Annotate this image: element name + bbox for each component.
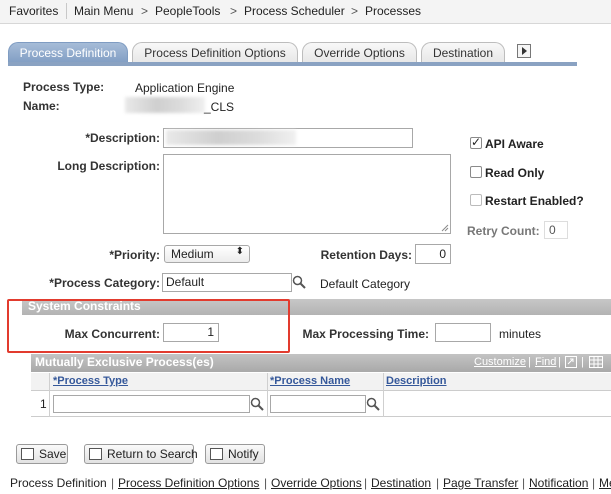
main-menu[interactable]: Main Menu xyxy=(74,4,133,18)
save-button[interactable]: Save xyxy=(16,444,68,464)
priority-select[interactable]: Medium ⬍ xyxy=(164,245,250,263)
retry-count-value: 0 xyxy=(544,221,568,239)
process-name-input[interactable] xyxy=(270,395,366,413)
tab-process-definition-options[interactable]: Process Definition Options xyxy=(132,42,298,64)
process-type-value: Application Engine xyxy=(135,81,235,95)
column-process-type[interactable]: *Process Type xyxy=(53,375,128,387)
footer-divider: | xyxy=(592,476,596,490)
chevron-right-icon: > xyxy=(230,4,238,18)
long-description-label: Long Description: xyxy=(57,159,160,173)
nav-divider xyxy=(66,3,67,19)
column-description[interactable]: Description xyxy=(386,375,447,387)
grid-title: Mutually Exclusive Process(es) xyxy=(35,355,214,369)
breadcrumb-process-scheduler[interactable]: Process Scheduler xyxy=(244,4,345,18)
breadcrumb-peopletools[interactable]: PeopleTools xyxy=(155,4,220,18)
grid-divider: | xyxy=(558,356,561,368)
max-processing-time-label: Max Processing Time: xyxy=(302,327,430,341)
tab-destination[interactable]: Destination xyxy=(421,42,505,64)
save-icon xyxy=(21,448,34,460)
process-category-label: *Process Category: xyxy=(49,276,160,290)
lookup-icon[interactable] xyxy=(292,275,306,289)
highlight-box xyxy=(7,299,290,353)
minutes-unit: minutes xyxy=(499,327,542,341)
notify-icon xyxy=(210,448,223,460)
api-aware-checkbox[interactable] xyxy=(470,135,482,149)
priority-value: Medium xyxy=(171,247,214,261)
footer-link-page-transfer[interactable]: Page Transfer xyxy=(443,476,518,490)
grid-divider xyxy=(49,373,50,417)
redacted-name xyxy=(125,97,205,113)
lookup-icon[interactable] xyxy=(366,397,380,411)
footer-link-destination[interactable]: Destination xyxy=(371,476,431,490)
grid-divider: | xyxy=(528,356,531,368)
tab-override-options[interactable]: Override Options xyxy=(302,42,417,64)
customize-link[interactable]: Customize xyxy=(474,354,526,371)
footer-link-override-options[interactable]: Override Options xyxy=(271,476,362,490)
page-footer-links: Process Definition | Process Definition … xyxy=(0,474,611,494)
priority-label: *Priority: xyxy=(109,248,160,262)
select-arrow-icon: ⬍ xyxy=(235,246,244,257)
process-category-input[interactable]: Default xyxy=(162,273,292,292)
download-grid-icon[interactable] xyxy=(589,356,603,368)
process-category-description: Default Category xyxy=(320,277,411,291)
read-only-checkbox[interactable] xyxy=(470,166,482,178)
name-suffix: _CLS xyxy=(204,100,235,114)
row-number: 1 xyxy=(40,397,47,411)
return-to-search-button[interactable]: Return to Search xyxy=(84,444,198,464)
footer-link-more[interactable]: Me xyxy=(599,476,611,490)
tab-process-definition[interactable]: Process Definition xyxy=(8,42,128,64)
notify-button-label: Notify xyxy=(228,447,259,461)
restart-enabled-label: Restart Enabled? xyxy=(485,194,584,208)
footer-link-notification[interactable]: Notification xyxy=(529,476,588,490)
tab-scroll-right-icon[interactable] xyxy=(517,44,531,58)
search-return-icon xyxy=(89,448,102,460)
redacted-description xyxy=(166,130,296,145)
max-processing-time-input[interactable] xyxy=(435,323,491,342)
footer-link-process-definition-options[interactable]: Process Definition Options xyxy=(118,476,259,490)
footer-divider: | xyxy=(436,476,440,490)
retention-days-input[interactable]: 0 xyxy=(415,244,451,264)
footer-divider: | xyxy=(111,476,115,490)
favorites-menu[interactable]: Favorites xyxy=(9,4,58,18)
grid-divider: | xyxy=(581,356,584,368)
notify-button[interactable]: Notify xyxy=(205,444,265,464)
mutually-exclusive-grid-header: Mutually Exclusive Process(es) Customize… xyxy=(31,354,611,372)
read-only-label: Read Only xyxy=(485,166,545,180)
breadcrumb-nav: Favorites Main Menu > PeopleTools > Proc… xyxy=(0,0,611,24)
api-aware-label: API Aware xyxy=(485,137,544,151)
footer-current-page: Process Definition xyxy=(10,476,107,490)
chevron-right-icon: > xyxy=(351,4,359,18)
breadcrumb-processes[interactable]: Processes xyxy=(365,4,421,18)
table-row: 1 xyxy=(31,392,611,417)
view-all-icon[interactable] xyxy=(565,356,577,368)
grid-column-headers: *Process Type *Process Name Description xyxy=(31,373,611,391)
tab-underline xyxy=(8,62,577,66)
process-type-label: Process Type: xyxy=(23,80,105,94)
column-process-name[interactable]: *Process Name xyxy=(270,375,350,387)
long-description-textarea[interactable] xyxy=(163,154,451,234)
lookup-icon[interactable] xyxy=(250,397,264,411)
retention-days-label: Retention Days: xyxy=(320,248,412,262)
footer-divider: | xyxy=(522,476,526,490)
grid-divider xyxy=(267,373,268,417)
save-button-label: Save xyxy=(39,447,67,461)
process-type-input[interactable] xyxy=(53,395,250,413)
grid-divider xyxy=(383,373,384,417)
name-label: Name: xyxy=(23,99,60,113)
restart-enabled-checkbox[interactable] xyxy=(470,194,482,206)
footer-divider: | xyxy=(364,476,368,490)
retry-count-label: Retry Count: xyxy=(467,224,540,238)
resize-handle-icon[interactable] xyxy=(441,224,449,232)
find-link[interactable]: Find xyxy=(535,354,556,371)
footer-divider: | xyxy=(264,476,268,490)
chevron-right-icon: > xyxy=(141,4,149,18)
return-to-search-label: Return to Search xyxy=(107,447,198,461)
description-label: *Description: xyxy=(85,131,160,145)
